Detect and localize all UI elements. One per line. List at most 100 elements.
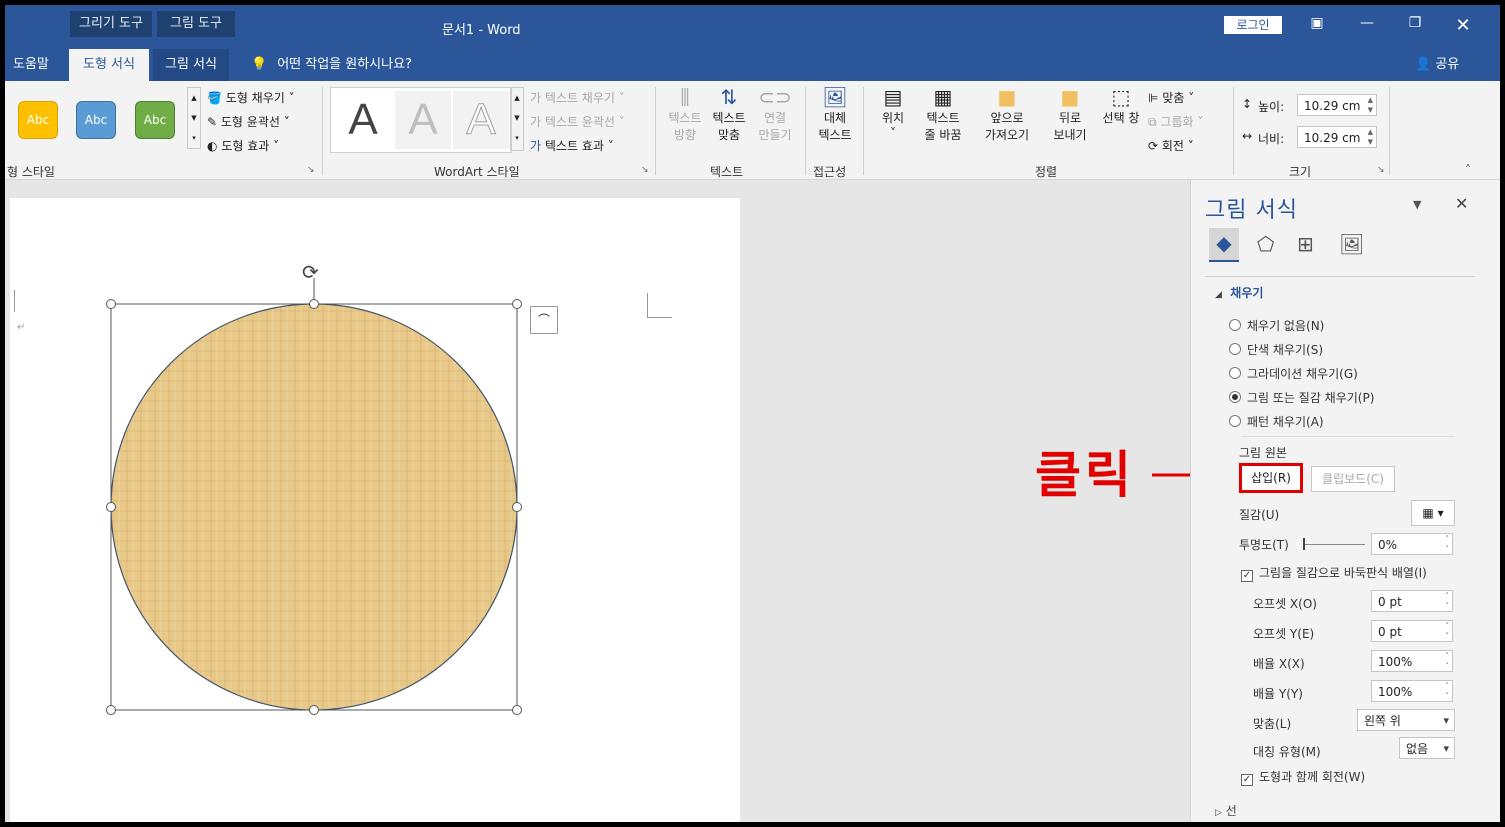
transparency-input[interactable]: 0% ˄ ˅ (1371, 533, 1453, 555)
resize-handle-bottom[interactable] (309, 705, 319, 715)
minimize-icon[interactable]: — (1355, 15, 1379, 35)
text-direction-button[interactable]: ⫼ 텍스트 방향 (665, 85, 705, 143)
group-label-text: 텍스트 (710, 165, 744, 179)
wordart-style-3[interactable]: A (453, 91, 509, 149)
wordart-scroll[interactable]: ▲ ▼ ▾ (510, 87, 524, 151)
text-outline-button[interactable]: 가 텍스트 윤곽선 ˅ (530, 113, 625, 130)
shape-style-blue[interactable]: Abc (76, 101, 116, 139)
offset-y-spinner-icon[interactable]: ˄ ˅ (1446, 621, 1450, 641)
offset-x-spinner-icon[interactable]: ˄ ˅ (1446, 591, 1450, 611)
shape-styles-launcher-icon[interactable]: ↘ (307, 165, 315, 175)
rotate-button[interactable]: ⟳ 회전 ˅ (1148, 137, 1194, 154)
radio-solid-fill[interactable]: 단색 채우기(S) (1229, 341, 1323, 358)
line-section-header[interactable]: ▷ 선 (1215, 802, 1237, 819)
text-fill-button[interactable]: 가 텍스트 채우기 ˅ (530, 89, 625, 106)
checkbox-checked-icon: ✓ (1241, 774, 1253, 786)
picture-icon[interactable]: 🖼 (1339, 232, 1364, 256)
resize-handle-top-right[interactable] (512, 299, 522, 309)
transparency-slider-thumb[interactable] (1303, 538, 1305, 550)
clipboard-button[interactable]: 클립보드(C) (1311, 466, 1395, 492)
mirror-type-dropdown[interactable]: 없음 (1399, 737, 1455, 760)
group-button[interactable]: ⧉ 그룹화 ˅ (1148, 113, 1203, 130)
scale-x-input[interactable]: 100% ˄ ˅ (1371, 650, 1453, 672)
pane-close-icon[interactable]: ✕ (1455, 194, 1468, 213)
bring-forward-button[interactable]: ■ 앞으로 가져오기 (975, 85, 1039, 143)
shape-style-green[interactable]: Abc (135, 101, 175, 139)
offset-y-input[interactable]: 0 pt ˄ ˅ (1371, 620, 1453, 642)
rotate-with-shape-checkbox[interactable]: ✓ 도형과 함께 회전(W) (1241, 768, 1365, 786)
alt-text-button[interactable]: 🖼 대체 텍스트 (813, 85, 857, 143)
tell-me-text: 어떤 작업을 원하시나요? (277, 57, 412, 72)
wrap-text-button[interactable]: ▦ 텍스트 줄 바꿈 (915, 85, 971, 143)
size-launcher-icon[interactable]: ↘ (1377, 165, 1385, 175)
layout-options-icon[interactable]: ⌒ (530, 306, 558, 334)
align-button[interactable]: ⊫ 맞춤 ˅ (1148, 89, 1194, 106)
ribbon: Abc Abc Abc ▲ ▼ ▾ 🪣 도형 채우기 ˅ ✎ 도형 윤곽선 ˅ ◐ … (5, 81, 1500, 180)
resize-handle-bottom-left[interactable] (106, 705, 116, 715)
shape-styles-scroll[interactable]: ▲ ▼ ▾ (187, 87, 201, 149)
scale-y-input[interactable]: 100% ˄ ˅ (1371, 680, 1453, 702)
height-input[interactable]: 10.29 cm ▲ ▼ (1297, 94, 1377, 116)
size-properties-icon[interactable]: ⊞ (1297, 232, 1314, 256)
wordart-style-1[interactable]: A (335, 91, 391, 149)
tell-me-box[interactable]: 💡 어떤 작업을 원하시나요? (241, 49, 422, 81)
resize-handle-top[interactable] (309, 299, 319, 309)
pane-divider (1205, 276, 1475, 277)
texture-dropdown[interactable]: ▦ ▾ (1411, 500, 1455, 526)
radio-gradient-fill[interactable]: 그라데이션 채우기(G) (1229, 365, 1358, 382)
scale-x-spinner-icon[interactable]: ˄ ˅ (1446, 651, 1450, 671)
close-icon[interactable]: ✕ (1451, 15, 1475, 36)
shape-style-orange[interactable]: Abc (18, 101, 58, 139)
pane-options-icon[interactable]: ▼ (1413, 198, 1421, 211)
ribbon-display-options-icon[interactable]: ▣ (1305, 15, 1329, 35)
wordart-launcher-icon[interactable]: ↘ (641, 165, 649, 175)
resize-handle-left[interactable] (106, 502, 116, 512)
scale-y-spinner-icon[interactable]: ˄ ˅ (1446, 681, 1450, 701)
resize-handle-top-left[interactable] (106, 299, 116, 309)
shape-fill-button[interactable]: 🪣 도형 채우기 ˅ (207, 89, 295, 106)
restore-icon[interactable]: ❐ (1403, 15, 1427, 35)
tab-picture-format[interactable]: 그림 서식 (153, 49, 229, 81)
height-spinner-icon[interactable]: ▲ ▼ (1368, 95, 1373, 115)
document-page[interactable]: ↵ ⟳ ⌒ (10, 198, 740, 822)
transparency-slider-track[interactable] (1303, 544, 1365, 545)
tab-shape-format[interactable]: 도형 서식 (69, 49, 149, 81)
align-text-button[interactable]: ⇅ 텍스트 맞춤 (707, 85, 751, 143)
collapse-ribbon-icon[interactable]: ˄ (1465, 163, 1471, 177)
offset-y-value: 0 pt (1378, 625, 1402, 639)
tab-help[interactable]: 도움말 (5, 49, 59, 81)
mirror-type-value: 없음 (1406, 742, 1429, 756)
effects-icon: ◐ (207, 139, 218, 153)
textured-circle-shape[interactable] (110, 303, 518, 711)
radio-picture-texture-fill[interactable]: 그림 또는 질감 채우기(P) (1229, 389, 1374, 406)
fill-line-tab[interactable]: ◆ (1209, 228, 1239, 262)
send-backward-button[interactable]: ■ 뒤로 보내기 (1043, 85, 1097, 143)
text-effects-button[interactable]: 가 텍스트 효과 ˅ (530, 137, 614, 154)
create-link-button[interactable]: ⊂⊃ 연결 만들기 (755, 85, 795, 143)
effects-pentagon-icon[interactable]: ⬠ (1257, 232, 1274, 256)
alignment-dropdown[interactable]: 왼쪽 위 (1357, 709, 1455, 732)
transparency-spinner-icon[interactable]: ˄ ˅ (1446, 534, 1450, 554)
offset-x-input[interactable]: 0 pt ˄ ˅ (1371, 590, 1453, 612)
width-input[interactable]: 10.29 cm ▲ ▼ (1297, 126, 1377, 148)
width-spinner-icon[interactable]: ▲ ▼ (1368, 127, 1373, 147)
radio-pattern-fill[interactable]: 패턴 채우기(A) (1229, 413, 1324, 430)
wrap-text-label-1: 텍스트 (926, 111, 960, 125)
resize-handle-bottom-right[interactable] (512, 705, 522, 715)
radio-no-fill[interactable]: 채우기 없음(N) (1229, 317, 1324, 334)
fill-section-header[interactable]: ◢ 채우기 (1215, 284, 1263, 301)
share-button[interactable]: 👤 공유 (1405, 49, 1469, 81)
group-label: 그룹화 (1160, 115, 1194, 129)
insert-picture-button[interactable]: 삽입(R) (1239, 463, 1303, 493)
wordart-style-2[interactable]: A (395, 91, 451, 149)
position-button[interactable]: ▤ 위치 ˅ (873, 85, 913, 140)
tile-checkbox[interactable]: ✓ 그림을 질감으로 바둑판식 배열(I) (1241, 564, 1427, 582)
bring-forward-label-1: 앞으로 (990, 111, 1024, 125)
login-button[interactable]: 로그인 (1224, 16, 1282, 34)
selection-pane-button[interactable]: ⬚ 선택 창 (1099, 85, 1143, 126)
resize-handle-right[interactable] (512, 502, 522, 512)
rotate-handle-icon[interactable]: ⟳ (302, 260, 319, 284)
shape-outline-button[interactable]: ✎ 도형 윤곽선 ˅ (207, 113, 290, 130)
shape-effects-button[interactable]: ◐ 도형 효과 ˅ (207, 137, 279, 154)
group-label-accessibility: 접근성 (813, 165, 847, 179)
